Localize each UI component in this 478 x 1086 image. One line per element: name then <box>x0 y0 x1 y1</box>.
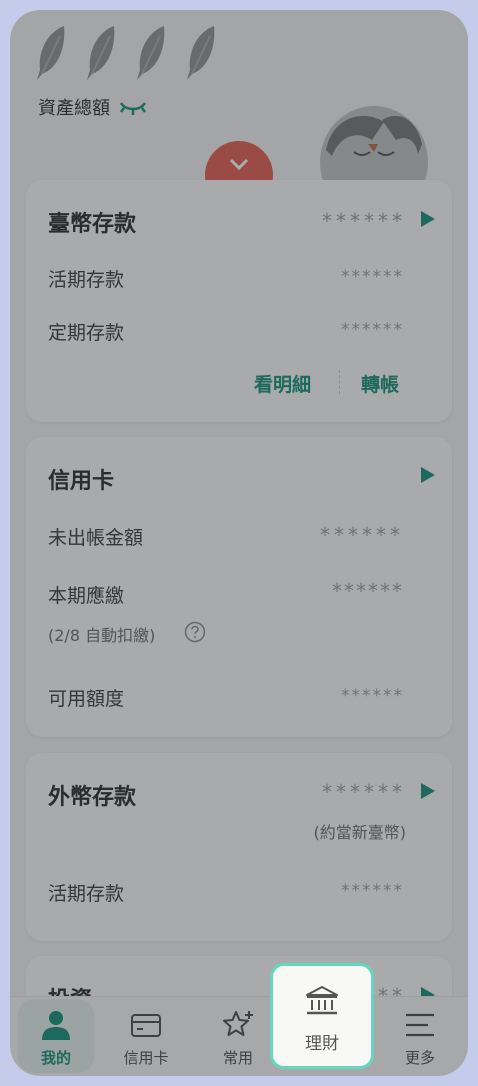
eye-closed-icon[interactable] <box>118 97 148 117</box>
twd-equivalent-note: (約當新臺幣) <box>313 823 407 842</box>
tab-credit-card-label: 信用卡 <box>123 1049 169 1067</box>
feather-rating <box>34 24 218 82</box>
bank-icon <box>306 986 338 1015</box>
chevron-down-icon <box>229 158 249 171</box>
foreign-deposit-card: 外幣存款 ****** (約當新臺幣) 活期存款 ****** <box>26 753 452 941</box>
highlighted-wealth-label: 理財 <box>305 1034 339 1054</box>
play-arrow-icon[interactable] <box>420 466 436 484</box>
asset-total-title: 資產總額 <box>38 94 148 120</box>
feather-icon <box>87 26 115 80</box>
foreign-demand-label: 活期存款 <box>48 883 125 905</box>
twd-time-label: 定期存款 <box>48 322 125 344</box>
current-payment-label: 本期應繳 <box>48 585 125 607</box>
asset-total-label: 資產總額 <box>38 98 110 119</box>
main-scroll-area[interactable]: 資產總額 臺幣存款 ****** 活期存款 ****** 定期存款 ******… <box>10 10 468 996</box>
tab-credit-card[interactable]: 信用卡 <box>102 997 190 1076</box>
view-details-link[interactable]: 看明細 <box>254 370 311 397</box>
bottom-tab-bar: 我的 信用卡 常用 更多 <box>10 996 468 1076</box>
twd-deposit-amount: ****** <box>322 209 406 233</box>
tab-my[interactable]: 我的 <box>12 997 100 1076</box>
auto-debit-note: (2/8 自動扣繳) <box>48 626 156 645</box>
phone-screen: 資產總額 臺幣存款 ****** 活期存款 ****** 定期存款 ******… <box>10 10 468 1076</box>
person-icon <box>42 1011 70 1040</box>
twd-demand-value: ****** <box>341 267 404 287</box>
tab-favorites[interactable]: 常用 <box>194 997 282 1076</box>
action-divider <box>339 370 340 394</box>
available-credit-value: ****** <box>341 686 404 706</box>
available-credit-label: 可用額度 <box>48 688 125 710</box>
foreign-deposit-amount: ****** <box>322 780 406 804</box>
play-arrow-icon[interactable] <box>420 986 436 996</box>
foreign-deposit-title: 外幣存款 <box>48 785 137 810</box>
play-arrow-icon[interactable] <box>420 782 436 800</box>
foreign-demand-value: ****** <box>341 881 404 901</box>
highlighted-wealth-tab[interactable]: 理財 <box>270 963 374 1069</box>
help-question-icon[interactable] <box>184 621 206 643</box>
feather-icon <box>137 26 165 80</box>
feather-icon <box>187 26 215 80</box>
tab-more-label: 更多 <box>404 1049 435 1067</box>
twd-deposit-title: 臺幣存款 <box>48 212 137 237</box>
twd-time-value: ****** <box>341 320 404 340</box>
feather-icon <box>37 26 65 80</box>
credit-card-card: 信用卡 未出帳金額 ****** 本期應繳 ****** (2/8 自動扣繳) … <box>26 437 452 737</box>
investment-title: 投資 <box>48 982 92 996</box>
investment-amount: ** <box>378 984 406 996</box>
investment-card: 投資 ** <box>26 956 452 996</box>
tab-my-label: 我的 <box>40 1049 71 1067</box>
transfer-link[interactable]: 轉帳 <box>361 370 399 397</box>
current-payment-value: ****** <box>332 579 404 603</box>
credit-card-icon <box>131 1014 161 1037</box>
twd-demand-label: 活期存款 <box>48 269 125 291</box>
star-plus-icon <box>223 1011 253 1036</box>
menu-icon <box>406 1013 434 1037</box>
unbilled-amount-label: 未出帳金額 <box>48 527 144 549</box>
unbilled-amount-value: ****** <box>320 523 404 547</box>
tab-favorites-label: 常用 <box>222 1049 253 1067</box>
play-arrow-icon[interactable] <box>420 210 436 228</box>
tab-more[interactable]: 更多 <box>376 997 464 1076</box>
credit-card-title: 信用卡 <box>48 469 115 494</box>
twd-deposit-card: 臺幣存款 ****** 活期存款 ****** 定期存款 ****** 看明細 … <box>26 180 452 422</box>
